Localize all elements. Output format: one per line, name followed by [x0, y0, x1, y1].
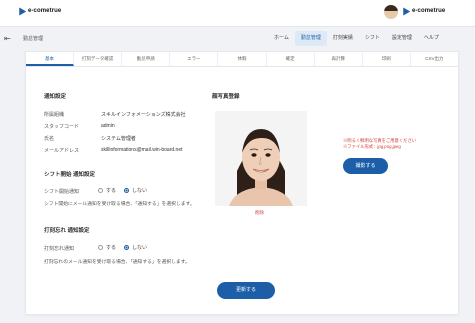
main-card: 基本 打刻データ確認 勤怠申請 エラー 休暇 確定 再計算 印刷 CSV出力 通…: [25, 51, 459, 315]
clock-forget-options: する しない: [98, 244, 147, 251]
staff-code-label: スタッフコード: [44, 124, 80, 130]
notification-title: 通知設定: [44, 94, 67, 100]
face-photo: [215, 111, 307, 206]
brand-logo-right: e-cometrue: [399, 5, 445, 16]
clock-forget-no-label: しない: [132, 245, 148, 251]
shift-start-options: する しない: [98, 187, 147, 194]
top-bar: e-cometrue e-cometrue: [0, 0, 475, 27]
clock-forget-radio-yes[interactable]: [98, 245, 103, 250]
update-button[interactable]: 更新する: [217, 282, 275, 299]
tab-errors[interactable]: エラー: [170, 52, 219, 66]
tab-confirm[interactable]: 確定: [267, 52, 315, 66]
shift-start-no-label: しない: [132, 188, 148, 194]
nav-item-attendance[interactable]: 勤怠管理: [294, 31, 327, 46]
tab-csv[interactable]: CSV出力: [411, 52, 458, 66]
tab-leave[interactable]: 休暇: [218, 52, 267, 66]
org-value: スキルインフォメーションズ株式会社: [101, 112, 186, 118]
name-label: 氏名: [44, 136, 55, 142]
name-value: システム管理者: [101, 136, 136, 142]
user-avatar[interactable]: [384, 5, 398, 19]
clock-forget-title: 打刻忘れ 通知設定: [44, 228, 90, 234]
brand-logo-right-icon: [399, 5, 411, 16]
shift-start-label: シフト開始通知: [44, 189, 80, 195]
tab-recalc[interactable]: 再計算: [315, 52, 363, 66]
nav-item-home[interactable]: ホーム: [268, 31, 295, 46]
photo-warning-line2: ※ファイル形式：jpg,png,jpeg: [343, 144, 401, 149]
tab-bar: 基本 打刻データ確認 勤怠申請 エラー 休暇 確定 再計算 印刷 CSV出力: [26, 52, 458, 67]
tab-print[interactable]: 印刷: [363, 52, 411, 66]
photo-title: 顔写真登録: [212, 94, 240, 100]
logout-icon[interactable]: ⇤: [4, 34, 11, 43]
shift-start-radio-yes[interactable]: [98, 188, 103, 193]
clock-forget-radio-no[interactable]: [124, 245, 130, 250]
nav-item-help[interactable]: ヘルプ: [418, 31, 445, 46]
tab-requests[interactable]: 勤怠申請: [122, 52, 171, 66]
shift-start-radio-no[interactable]: [124, 188, 130, 193]
nav-item-settings[interactable]: 設定管理: [386, 31, 418, 46]
shift-start-note: シフト開始にメール通知を受け取る場合、「通知する」を選択します。: [44, 202, 195, 207]
shoot-photo-button[interactable]: 撮影する: [343, 158, 388, 174]
nav-item-clock-records[interactable]: 打刻実績: [327, 31, 359, 46]
email-label: メールアドレス: [44, 148, 80, 154]
main-nav: ホーム 勤怠管理 打刻実績 シフト 設定管理 ヘルプ: [268, 31, 445, 46]
clock-forget-yes-label: する: [106, 245, 117, 251]
tab-clock-data[interactable]: 打刻データ確認: [74, 52, 123, 66]
brand-logo-icon: [15, 5, 27, 16]
breadcrumb: 勤怠管理: [23, 36, 44, 42]
photo-delete-link[interactable]: 削除: [255, 210, 264, 216]
staff-code-value: admin: [101, 123, 115, 129]
photo-warning: ※明るく鮮明な写真をご用意ください ※ファイル形式：jpg,png,jpeg: [343, 138, 416, 150]
brand-logo[interactable]: e-cometrue: [15, 5, 61, 16]
shift-start-title: シフト開始 通知設定: [44, 172, 96, 178]
shift-start-yes-label: する: [106, 188, 117, 194]
nav-item-shift[interactable]: シフト: [359, 31, 386, 46]
tab-basic[interactable]: 基本: [26, 52, 75, 66]
clock-forget-note: 打刻忘れのメール通知を受け取る場合、「通知する」を選択します。: [44, 260, 190, 265]
email-value: skillinformations@mail.win-board.net: [101, 147, 183, 153]
clock-forget-label: 打刻忘れ通知: [44, 246, 75, 252]
org-label: 所属組織: [44, 112, 65, 118]
nav-bar: ⇤ 勤怠管理 ホーム 勤怠管理 打刻実績 シフト 設定管理 ヘルプ: [0, 27, 475, 48]
